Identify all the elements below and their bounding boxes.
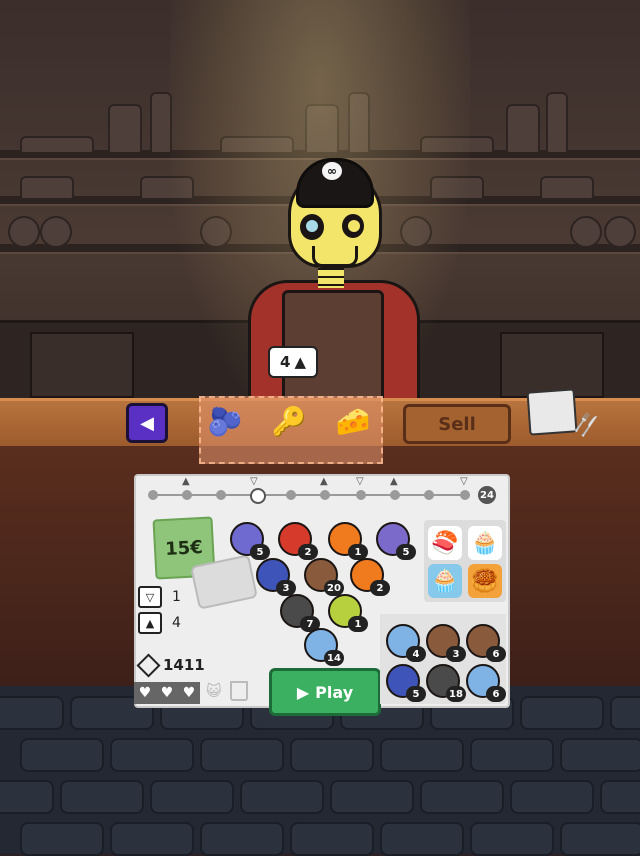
ingredient-ball[interactable]: 1 (328, 594, 368, 632)
gem-count: 1411 (163, 656, 205, 674)
ingredient-ball[interactable]: 20 (304, 558, 344, 596)
ball-count: 5 (396, 544, 416, 560)
progress-track (152, 494, 470, 496)
cabinet-door (500, 332, 604, 398)
sell-button[interactable]: Sell (403, 404, 511, 444)
heart-icon: ♥ (138, 685, 152, 701)
jar (8, 216, 40, 248)
play-icon: ▶ (296, 682, 310, 702)
infinity-icon: ∞ (322, 162, 342, 180)
ball-count: 14 (324, 650, 344, 666)
ingredient-ball[interactable]: 14 (304, 628, 344, 666)
jar (570, 216, 602, 248)
gem-counter: 1411 (136, 652, 205, 678)
round-count-badge: 24 (478, 486, 496, 504)
cocktail-ticket-value: 1 (172, 589, 181, 605)
trash-icon[interactable] (230, 681, 248, 701)
cocktail-icon: ▽ (460, 476, 468, 487)
skull-eye-icon (300, 214, 324, 240)
bottle (108, 104, 142, 154)
cake-icon: ▲ (182, 476, 190, 487)
progress-dot (286, 490, 296, 500)
progress-dot (460, 490, 470, 500)
progress-dot (424, 490, 434, 500)
triangle-left-icon: ◀ (140, 412, 154, 434)
progress-dot (216, 490, 226, 500)
cocktail-icon: ▽ (250, 476, 258, 487)
ball-count: 3 (446, 646, 466, 662)
jar (604, 216, 636, 248)
ingredient-ball[interactable]: 5 (230, 522, 270, 560)
cake-ticket-stat: ▲ 4 (138, 612, 181, 634)
play-button[interactable]: ▶ Play (269, 668, 381, 716)
lives-bar: ♥ ♥ ♥ (134, 682, 200, 704)
shop-price-bubble: 4 ▲ (268, 346, 318, 378)
cocktail-ticket-icon: ▽ (138, 586, 162, 608)
bottle-lying (540, 176, 594, 200)
skull-eye-icon (342, 214, 364, 238)
ingredient-ball[interactable]: 2 (350, 558, 390, 596)
bottle (506, 104, 540, 154)
progress-dot-current (250, 488, 266, 504)
ingredient-ball[interactable]: 3 (256, 558, 296, 596)
box (20, 136, 94, 154)
reserve-ball[interactable]: 3 (426, 624, 466, 662)
skull-jaw (312, 246, 358, 267)
progress-dot (356, 490, 366, 500)
progress-dot (390, 490, 400, 500)
ball-count: 6 (486, 646, 506, 662)
ingredient-ball[interactable]: 7 (280, 594, 320, 632)
mooncake-icon[interactable]: 🥮 (468, 564, 502, 598)
bottle (150, 92, 172, 154)
jar (40, 216, 72, 248)
cocktail-ticket-stat: ▽ 1 (138, 586, 181, 608)
diamond-icon (136, 652, 161, 678)
price-value: 4 (280, 353, 291, 371)
muffin-icon[interactable]: 🧁 (428, 564, 462, 598)
progress-dot (320, 490, 330, 500)
ball-count: 5 (250, 544, 270, 560)
cake-icon: ▲ (390, 476, 398, 487)
heart-icon: ♥ (182, 685, 196, 701)
blackberry-icon[interactable]: 🫐 (204, 402, 246, 440)
cat-icon[interactable]: 😺 (206, 682, 222, 700)
ball-count: 2 (370, 580, 390, 596)
play-label: Play (315, 682, 354, 702)
ball-count: 2 (298, 544, 318, 560)
reserve-ball[interactable]: 18 (426, 664, 466, 702)
cake-ticket-icon: ▲ (138, 612, 162, 634)
cake-icon: ▲ (320, 476, 328, 487)
bottle-lying (20, 176, 74, 200)
reserve-ball[interactable]: 5 (386, 664, 426, 702)
reserve-ball[interactable]: 6 (466, 624, 506, 662)
cheese-icon[interactable]: 🧀 (332, 402, 374, 440)
ball-count: 18 (446, 686, 466, 702)
ball-count: 1 (348, 616, 368, 632)
progress-dot (182, 490, 192, 500)
ball-count: 6 (486, 686, 506, 702)
reserve-ball[interactable]: 6 (466, 664, 506, 702)
cake-ticket-value: 4 (172, 615, 181, 631)
ball-count: 4 (406, 646, 426, 662)
back-button[interactable]: ◀ (126, 403, 168, 443)
progress-dot (148, 490, 158, 500)
ingredient-ball[interactable]: 5 (376, 522, 416, 560)
bottle (546, 92, 568, 154)
cupcake-icon[interactable]: 🧁 (468, 526, 502, 560)
ingredient-ball[interactable]: 1 (328, 522, 368, 560)
sushi-icon[interactable]: 🍣 (428, 526, 462, 560)
heart-icon: ♥ (160, 685, 174, 701)
cabinet-door (30, 332, 134, 398)
ingredient-ball[interactable]: 2 (278, 522, 318, 560)
lime-key-icon[interactable]: 🔑 (268, 402, 310, 440)
cake-icon: ▲ (294, 353, 306, 371)
reserve-ball[interactable]: 4 (386, 624, 426, 662)
cocktail-icon: ▽ (356, 476, 364, 487)
ball-count: 5 (406, 686, 426, 702)
